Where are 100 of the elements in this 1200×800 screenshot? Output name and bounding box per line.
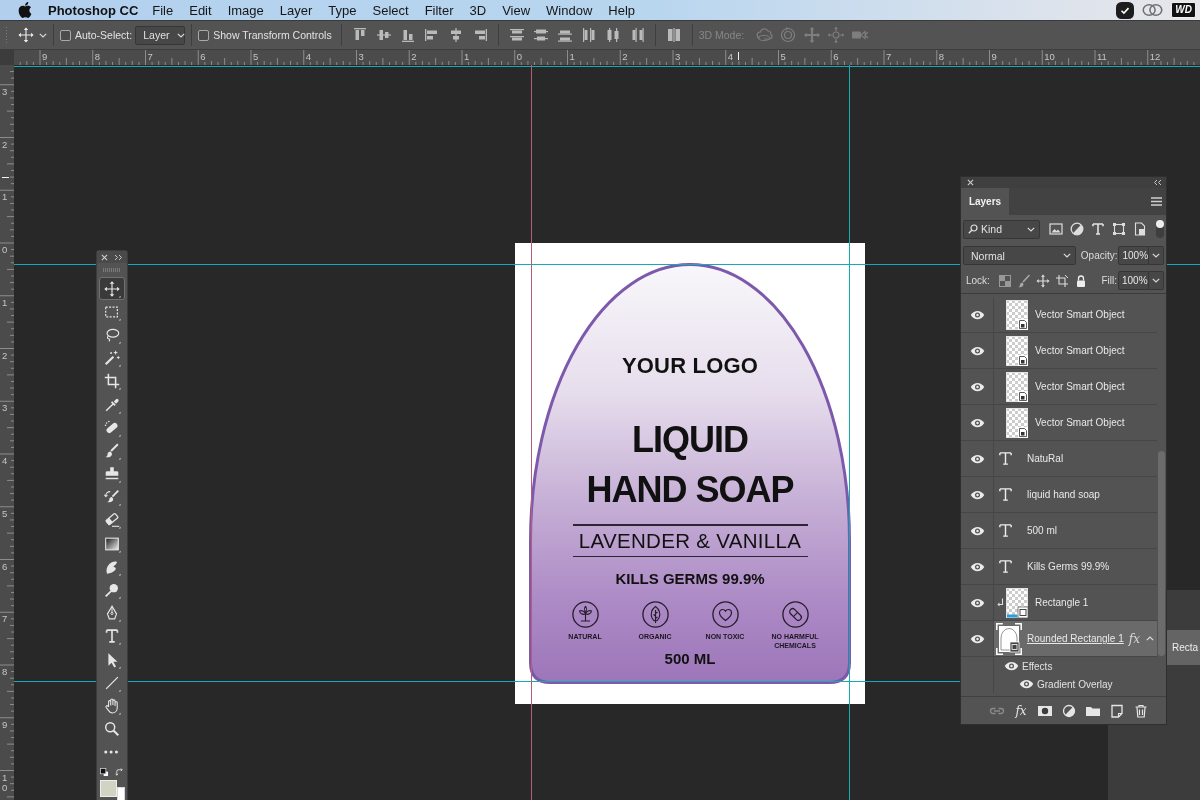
type-icon[interactable] [1091,222,1105,236]
ruler-label: 7 [886,51,892,62]
layer-thumbnail [1006,587,1028,618]
eye-icon[interactable] [969,381,985,392]
eye-icon[interactable] [969,561,985,572]
menu-item[interactable]: View [502,2,531,18]
menu-item[interactable]: Filter [424,2,454,18]
layer-thumbnail [1006,407,1028,438]
panel-tab[interactable]: Layers [961,188,1009,215]
default-colors-icon[interactable] [100,767,109,777]
crop-icon[interactable] [1054,273,1069,288]
color-swatch[interactable] [117,786,125,800]
check-badge-icon[interactable] [1116,1,1135,19]
cloud-rings-icon[interactable] [1142,3,1164,17]
image-icon[interactable] [1049,222,1063,236]
checkerboard-icon[interactable] [997,273,1012,288]
menu-item[interactable]: 3D [469,2,487,18]
checkbox[interactable] [60,29,71,41]
menu-item[interactable]: Layer [279,2,313,18]
layer-row[interactable]: NatuRal [994,441,1157,477]
eye-icon[interactable] [1004,661,1019,671]
eye-icon[interactable] [969,633,985,644]
half-circle-icon[interactable] [1060,702,1078,719]
caret-icon[interactable] [1146,636,1154,641]
four-way-arrow-icon[interactable] [1035,273,1050,288]
add-style-button[interactable]: fx [1012,701,1030,720]
pill-icon [781,601,809,628]
menu-item[interactable]: Edit [189,2,212,18]
apple-icon[interactable] [18,2,32,18]
eye-icon[interactable] [969,309,985,320]
filter-toggle[interactable] [1156,220,1164,238]
ruler-label: 5 [2,508,8,520]
layer-row[interactable]: Vector Smart Object [994,405,1157,441]
layer-row[interactable]: Vector Smart Object [994,333,1157,369]
close-icon[interactable] [101,253,108,261]
ruler-label: 5 [253,51,259,62]
layer-row[interactable]: Rounded Rectangle 1 fx [994,621,1157,657]
layer-row[interactable]: 500 ml [994,513,1157,549]
layer-name: NatuRal [1027,453,1064,464]
double-chevron-icon[interactable] [1153,179,1162,186]
brush-icon [103,441,121,460]
four-way-arrow-icon [103,279,121,298]
grip-handle[interactable] [5,26,8,44]
layer-name: Rounded Rectangle 1 [1027,633,1124,644]
blend-mode-dropdown[interactable]: Normal [963,246,1076,265]
menu-item[interactable]: Select [372,2,409,18]
ruler-label: 2 [2,139,8,150]
swap-arrow-icon[interactable] [115,767,124,777]
layer-row[interactable]: Vector Smart Object [994,369,1157,405]
ruler-label: 3 [358,51,364,62]
fill-field[interactable]: 100% [1118,271,1149,290]
layer-row[interactable]: Kills Germs 99.9% [994,549,1157,585]
layer-row[interactable]: Vector Smart Object [994,297,1157,333]
eye-icon[interactable] [969,453,985,464]
eye-icon[interactable] [969,345,985,356]
scrollbar[interactable] [1158,451,1165,656]
menu-item[interactable]: Help [608,2,636,18]
tool-button[interactable] [99,277,125,301]
ruler-label: 3 [2,403,8,414]
filter-dropdown[interactable]: Kind [963,219,1040,239]
ruler-label: 8 [94,51,101,62]
grip-handle[interactable] [103,268,121,272]
opacity-label: Opacity: [1080,250,1118,261]
target-dropdown[interactable]: Layer [135,25,186,45]
menu-item[interactable]: Type [328,2,357,18]
close-icon[interactable] [967,179,974,186]
eye-icon[interactable] [969,597,985,608]
ruler-label: 9 [2,719,8,731]
ruler-label: 1 [2,297,8,309]
checkbox[interactable] [198,29,210,41]
dropdown-button[interactable] [1149,271,1164,290]
brush-icon[interactable] [1016,273,1031,288]
half-circle-icon[interactable] [1070,222,1084,236]
eye-icon[interactable] [969,489,985,500]
opacity-field[interactable]: 100% [1118,246,1150,265]
ruler-label: 8 [2,667,8,678]
dropdown-button[interactable] [1149,246,1164,265]
document-icon[interactable] [1133,222,1147,236]
app-menu[interactable]: Photoshop CC [48,2,139,18]
menu-icon[interactable] [1151,197,1162,206]
new-layer-icon[interactable] [1108,702,1126,719]
menu-item[interactable]: Window [546,2,593,18]
color-swatch[interactable] [100,779,117,797]
logo-text: YOUR LOGO [621,353,759,379]
double-chevron-icon[interactable] [114,253,123,261]
menu-item[interactable]: Image [227,2,264,18]
caret-icon[interactable] [39,32,47,38]
eye-icon[interactable] [1019,679,1034,689]
eye-icon[interactable] [969,417,985,428]
leaf-icon [641,601,669,628]
layer-name: Vector Smart Object [1035,417,1125,428]
drive-logo[interactable]: WD [1171,2,1196,18]
distribute-top-icon[interactable] [507,26,526,44]
layer-row[interactable]: liquid hand soap [994,477,1157,513]
eye-icon[interactable] [969,525,985,536]
square-handles-icon[interactable] [1112,222,1126,236]
ruler-label: 0 [516,51,523,62]
type-icon [998,523,1013,538]
menu-item[interactable]: File [152,2,174,18]
effects-badge[interactable]: fx [1128,631,1140,646]
